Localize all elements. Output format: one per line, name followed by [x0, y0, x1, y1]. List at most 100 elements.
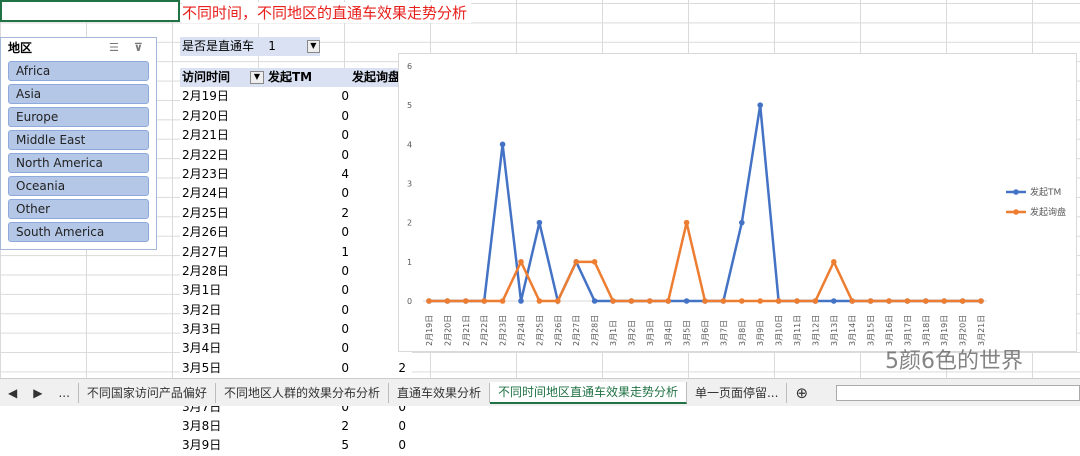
table-cell[interactable]: 0 — [352, 436, 409, 455]
legend-marker — [1013, 189, 1019, 195]
data-point — [739, 298, 745, 304]
table-row[interactable]: 3月5日 0 2 — [180, 359, 412, 378]
slicer-item[interactable]: Other — [8, 199, 149, 219]
x-tick-label: 3月5日 — [683, 320, 692, 346]
sheet-tabs: ◀ ▶ ... 不同国家访问产品偏好 不同地区人群的效果分布分析 直通车效果分析 不同时… — [0, 378, 1080, 406]
table-row[interactable]: 2月27日11 — [180, 243, 412, 262]
legend-marker — [1013, 209, 1019, 215]
sheet-tab[interactable]: 单一页面停留... — [687, 382, 788, 403]
table-row[interactable]: 2月20日00 — [180, 107, 412, 126]
sheet-tab[interactable]: 不同地区人群的效果分布分析 — [216, 382, 389, 403]
table-row[interactable]: 2月25日20 — [180, 204, 412, 223]
table-cell[interactable]: 2月28日 — [180, 262, 266, 281]
sheet-tab[interactable]: ... — [50, 382, 79, 403]
table-row[interactable]: 2月26日00 — [180, 223, 412, 242]
slicer-item[interactable]: South America — [8, 222, 149, 242]
legend-label: 发起TM — [1030, 186, 1061, 198]
table-cell[interactable]: 0 — [266, 223, 352, 242]
filter-button-icon[interactable]: ▼ — [306, 40, 321, 53]
table-cell[interactable]: 5 — [266, 436, 352, 455]
slicer-item[interactable]: Europe — [8, 107, 149, 127]
table-cell[interactable]: 2月27日 — [180, 243, 266, 262]
data-point — [867, 298, 874, 304]
table-row[interactable]: 2月23日40 — [180, 165, 412, 184]
table-row[interactable]: 3月9日 5 0 — [180, 436, 412, 455]
line-chart[interactable]: 0 1 2 3 4 5 6 2月19日 2月20日 2月21日 2月22日 2月23日 2月24日 2月2… — [398, 53, 1077, 352]
table-cell[interactable]: 1 — [266, 243, 352, 262]
x-tick-label: 3月18日 — [922, 315, 931, 346]
data-point — [886, 298, 892, 304]
x-tick-label: 3月19日 — [940, 315, 949, 346]
table-cell[interactable]: 2月23日 — [180, 165, 266, 184]
clear-filter-icon[interactable]: ⊽ — [134, 38, 143, 58]
table-cell[interactable]: 0 — [266, 126, 352, 145]
table-row[interactable]: 3月4日00 — [180, 339, 412, 358]
slicer-item[interactable]: Oceania — [8, 176, 149, 196]
table-cell[interactable]: 0 — [266, 262, 352, 281]
table-cell[interactable]: 0 — [352, 417, 409, 436]
table-cell[interactable]: 0 — [266, 146, 352, 165]
table-cell[interactable]: 2 — [266, 204, 352, 223]
prev-sheet-icon[interactable]: ◀ — [0, 386, 25, 400]
table-cell[interactable]: 0 — [266, 87, 352, 106]
table-cell[interactable]: 0 — [266, 281, 352, 300]
slicer-item[interactable]: Africa — [8, 61, 149, 81]
data-point — [518, 298, 524, 304]
x-tick-label: 3月3日 — [646, 320, 655, 346]
table-row[interactable]: 2月28日01 — [180, 262, 412, 281]
filter-button-icon[interactable]: ▼ — [250, 71, 264, 84]
table-cell[interactable]: 2月19日 — [180, 87, 266, 106]
slicer-item[interactable]: Middle East — [8, 130, 149, 150]
table-cell[interactable]: 3月2日 — [180, 301, 266, 320]
data-point — [628, 298, 635, 304]
table-cell[interactable]: 0 — [266, 301, 352, 320]
table-cell[interactable]: 4 — [266, 165, 352, 184]
table-cell[interactable]: 2月25日 — [180, 204, 266, 223]
x-tick-label: 3月7日 — [719, 320, 728, 346]
table-row[interactable]: 2月24日01 — [180, 184, 412, 203]
data-point — [941, 298, 947, 304]
table-cell[interactable]: 2月20日 — [180, 107, 266, 126]
data-point — [775, 298, 782, 304]
table-cell[interactable]: 0 — [266, 107, 352, 126]
table-row[interactable]: 2月22日00 — [180, 146, 412, 165]
sheet-tab[interactable]: 不同时间地区直通车效果走势分析 — [489, 381, 687, 404]
next-sheet-icon[interactable]: ▶ — [25, 386, 50, 400]
sheet-tab[interactable]: 不同国家访问产品偏好 — [79, 382, 216, 403]
table-cell[interactable]: 3月3日 — [180, 320, 266, 339]
table-cell[interactable]: 2月21日 — [180, 126, 266, 145]
table-row[interactable]: 3月1日00 — [180, 281, 412, 300]
table-cell[interactable]: 2 — [352, 359, 409, 378]
table-cell[interactable]: 0 — [266, 339, 352, 358]
table-row[interactable]: 3月8日 2 0 — [180, 417, 412, 436]
multi-select-icon[interactable]: ☰ — [109, 38, 119, 58]
table-cell[interactable]: 3月9日 — [180, 436, 266, 455]
slicer-item[interactable]: Asia — [8, 84, 149, 104]
add-sheet-icon[interactable]: ⊕ — [787, 384, 816, 402]
table-cell[interactable]: 3月4日 — [180, 339, 266, 358]
table-cell[interactable]: 2月24日 — [180, 184, 266, 203]
report-filter: 是否是直通车 1 ▼ — [180, 37, 321, 57]
data-point — [499, 298, 506, 304]
table-cell[interactable]: 0 — [266, 184, 352, 203]
table-row[interactable]: 2月19日00 — [180, 87, 412, 106]
sheet-tab[interactable]: 直通车效果分析 — [389, 382, 490, 403]
table-cell[interactable]: 3月8日 — [180, 417, 266, 436]
table-row[interactable]: 3月2日00 — [180, 301, 412, 320]
table-row[interactable]: 2月21日00 — [180, 126, 412, 145]
table-cell[interactable]: 2月26日 — [180, 223, 266, 242]
series-line — [429, 222, 981, 303]
region-slicer[interactable]: 地区 ☰ ⊽ Africa Asia Europe Middle East North … — [0, 37, 157, 250]
table-cell[interactable]: 0 — [266, 320, 352, 339]
table-cell[interactable]: 2 — [266, 417, 352, 436]
table-cell[interactable]: 0 — [266, 359, 352, 378]
data-point — [959, 298, 966, 304]
table-row[interactable]: 3月3日00 — [180, 320, 412, 339]
slicer-item[interactable]: North America — [8, 153, 149, 173]
selected-cell[interactable] — [0, 0, 180, 22]
table-cell[interactable]: 2月22日 — [180, 146, 266, 165]
horizontal-scrollbar[interactable] — [836, 384, 1080, 401]
table-cell[interactable]: 3月1日 — [180, 281, 266, 300]
x-tick-label: 2月27日 — [572, 315, 581, 346]
table-cell[interactable]: 3月5日 — [180, 359, 266, 378]
